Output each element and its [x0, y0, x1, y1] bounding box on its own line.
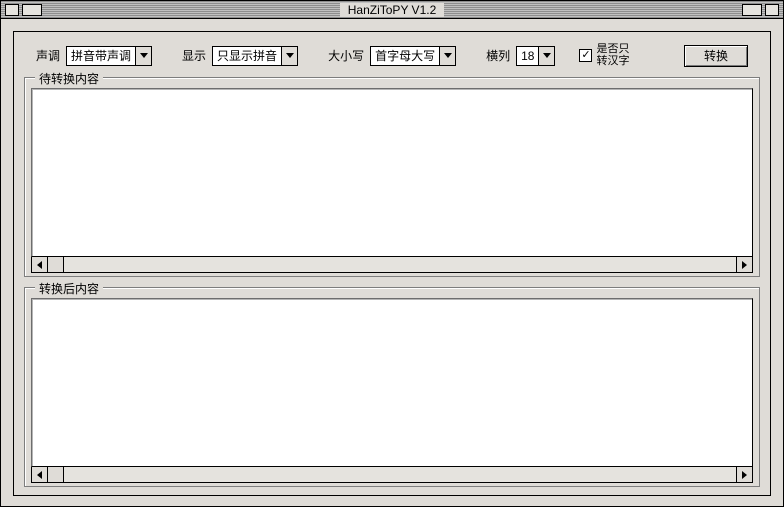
scroll-left-button[interactable]	[32, 257, 48, 272]
arrow-left-icon	[37, 261, 42, 269]
columns-combo-button[interactable]	[538, 47, 554, 65]
title-bar: HanZiToPY V1.2	[1, 1, 783, 19]
convert-button-label: 转换	[704, 47, 728, 64]
sysmenu-icon[interactable]	[5, 4, 19, 16]
columns-combo[interactable]: 18	[516, 46, 555, 66]
tone-combo-button[interactable]	[135, 47, 151, 65]
sysmenu-icon2[interactable]	[22, 4, 42, 16]
input-legend: 待转换内容	[35, 70, 103, 87]
client-inner: 声调 拼音带声调 显示 只显示拼音 大小写 首字母大写	[13, 31, 771, 496]
output-legend: 转换后内容	[35, 280, 103, 297]
scroll-thumb[interactable]	[48, 257, 64, 272]
columns-label: 横列	[486, 47, 510, 64]
minimize-icon[interactable]	[742, 4, 762, 16]
sysmenu-left	[5, 4, 42, 16]
arrow-right-icon	[742, 471, 747, 479]
scroll-left-button[interactable]	[32, 467, 48, 482]
scroll-track[interactable]	[64, 467, 736, 482]
case-combo-value: 首字母大写	[375, 47, 439, 64]
maximize-icon[interactable]	[765, 4, 779, 16]
options-row: 声调 拼音带声调 显示 只显示拼音 大小写 首字母大写	[24, 44, 760, 77]
columns-combo-value: 18	[521, 49, 538, 63]
client-area: 声调 拼音带声调 显示 只显示拼音 大小写 首字母大写	[1, 19, 783, 506]
scroll-right-button[interactable]	[736, 467, 752, 482]
display-combo-value: 只显示拼音	[217, 47, 281, 64]
convert-button[interactable]: 转换	[684, 45, 748, 67]
chevron-down-icon	[543, 53, 551, 58]
case-combo[interactable]: 首字母大写	[370, 46, 456, 66]
window-title: HanZiToPY V1.2	[340, 3, 445, 17]
case-label: 大小写	[328, 47, 364, 64]
app-window: HanZiToPY V1.2 声调 拼音带声调 显示 只显示拼音	[0, 0, 784, 507]
scroll-right-button[interactable]	[736, 257, 752, 272]
case-combo-button[interactable]	[439, 47, 455, 65]
arrow-left-icon	[37, 471, 42, 479]
output-hscrollbar[interactable]	[31, 467, 753, 483]
output-textarea[interactable]	[31, 298, 753, 467]
display-combo-button[interactable]	[281, 47, 297, 65]
checkbox-box[interactable]: ✓	[579, 49, 592, 62]
input-groupbox: 待转换内容	[24, 77, 760, 277]
tone-combo-value: 拼音带声调	[71, 47, 135, 64]
chevron-down-icon	[444, 53, 452, 58]
arrow-right-icon	[742, 261, 747, 269]
chevron-down-icon	[286, 53, 294, 58]
sysmenu-right	[742, 4, 779, 16]
scroll-thumb[interactable]	[48, 467, 64, 482]
chevron-down-icon	[140, 53, 148, 58]
check-icon: ✓	[581, 50, 590, 61]
output-groupbox: 转换后内容	[24, 287, 760, 487]
only-hanzi-label: 是否只 转汉字	[596, 44, 629, 67]
tone-combo[interactable]: 拼音带声调	[66, 46, 152, 66]
input-textarea[interactable]	[31, 88, 753, 257]
display-label: 显示	[182, 47, 206, 64]
only-hanzi-checkbox[interactable]: ✓ 是否只 转汉字	[579, 44, 629, 67]
input-hscrollbar[interactable]	[31, 257, 753, 273]
scroll-track[interactable]	[64, 257, 736, 272]
display-combo[interactable]: 只显示拼音	[212, 46, 298, 66]
tone-label: 声调	[36, 47, 60, 64]
